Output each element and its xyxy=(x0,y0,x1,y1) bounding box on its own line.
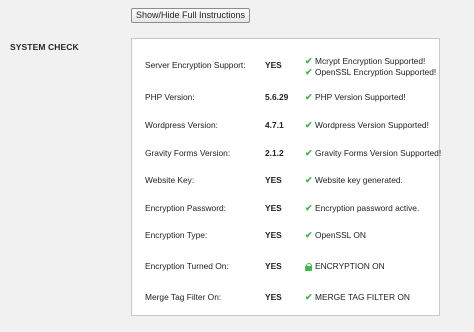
check-icon: ✔ xyxy=(305,230,313,240)
system-check-panel: Server Encryption Support: YES ✔ Mcrypt … xyxy=(131,38,441,316)
status-line: ✔ PHP Version Supported! xyxy=(305,92,406,103)
row-label: Encryption Type: xyxy=(145,230,208,240)
status-text: OpenSSL ON xyxy=(315,230,366,240)
row-value: YES xyxy=(265,203,282,213)
row-label: Encryption Turned On: xyxy=(145,261,229,271)
show-hide-instructions-button[interactable]: Show/Hide Full Instructions xyxy=(131,8,251,23)
status-line: ✔ Mcrypt Encryption Supported! xyxy=(305,56,436,67)
row-label: Gravity Forms Version: xyxy=(145,148,231,158)
status-line: ✔ Website key generated. xyxy=(305,175,403,186)
row-value: YES xyxy=(265,261,282,271)
row-status: ✔ Mcrypt Encryption Supported! ✔ OpenSSL… xyxy=(305,56,436,78)
row-status: ENCRYPTION ON xyxy=(305,261,385,272)
check-icon: ✔ xyxy=(305,148,313,158)
status-text: PHP Version Supported! xyxy=(315,92,406,102)
row-label: PHP Version: xyxy=(145,92,195,102)
row-status: ✔ OpenSSL ON xyxy=(305,230,366,241)
status-text: Gravity Forms Version Supported! xyxy=(315,148,442,158)
check-icon: ✔ xyxy=(305,92,313,102)
row-status: ✔ MERGE TAG FILTER ON xyxy=(305,292,410,303)
check-icon: ✔ xyxy=(305,67,313,77)
row-label: Server Encryption Support: xyxy=(145,60,246,70)
status-line: ENCRYPTION ON xyxy=(305,261,385,272)
row-label: Encryption Password: xyxy=(145,203,226,213)
status-text: OpenSSL Encryption Supported! xyxy=(315,67,437,77)
row-status: ✔ Encryption password active. xyxy=(305,203,419,214)
row-value: YES xyxy=(265,175,282,185)
status-line: ✔ OpenSSL Encryption Supported! xyxy=(305,67,436,78)
status-line: ✔ OpenSSL ON xyxy=(305,230,366,241)
status-text: Wordpress Version Supported! xyxy=(315,120,429,130)
check-icon: ✔ xyxy=(305,292,313,302)
section-title: SYSTEM CHECK xyxy=(10,42,79,52)
row-status: ✔ Website key generated. xyxy=(305,175,403,186)
row-label: Merge Tag Filter On: xyxy=(145,292,222,302)
row-status: ✔ PHP Version Supported! xyxy=(305,92,406,103)
row-label: Wordpress Version: xyxy=(145,120,218,130)
row-value: YES xyxy=(265,230,282,240)
check-icon: ✔ xyxy=(305,203,313,213)
status-text: ENCRYPTION ON xyxy=(315,261,385,271)
row-value: YES xyxy=(265,60,282,70)
status-line: ✔ Gravity Forms Version Supported! xyxy=(305,148,441,159)
row-status: ✔ Gravity Forms Version Supported! xyxy=(305,148,441,159)
row-value: 4.7.1 xyxy=(265,120,284,130)
row-status: ✔ Wordpress Version Supported! xyxy=(305,120,429,131)
check-icon: ✔ xyxy=(305,56,313,66)
row-value: YES xyxy=(265,292,282,302)
status-text: Mcrypt Encryption Supported! xyxy=(315,56,426,66)
status-line: ✔ Encryption password active. xyxy=(305,203,419,214)
lock-icon xyxy=(305,262,313,271)
check-icon: ✔ xyxy=(305,120,313,130)
row-value: 2.1.2 xyxy=(265,148,284,158)
row-label: Website Key: xyxy=(145,175,195,185)
status-line: ✔ Wordpress Version Supported! xyxy=(305,120,429,131)
status-text: Website key generated. xyxy=(315,175,403,185)
status-line: ✔ MERGE TAG FILTER ON xyxy=(305,292,410,303)
status-text: MERGE TAG FILTER ON xyxy=(315,292,410,302)
check-icon: ✔ xyxy=(305,175,313,185)
row-value: 5.6.29 xyxy=(265,92,289,102)
status-text: Encryption password active. xyxy=(315,203,420,213)
